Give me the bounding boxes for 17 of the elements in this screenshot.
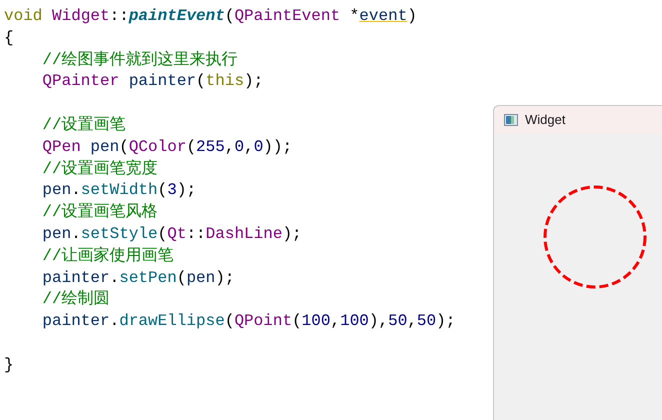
- code-line: painter.setPen(pen);: [42, 268, 234, 289]
- code-line: void Widget::paintEvent(QPaintEvent *event): [4, 6, 417, 27]
- code-line: pen.setStyle(Qt::DashLine);: [42, 224, 302, 245]
- code-line: QPen pen(QColor(255,0,0));: [42, 136, 292, 158]
- code-line: //设置画笔: [42, 114, 126, 136]
- window-title: Widget: [525, 111, 566, 130]
- code-line: //绘图事件就到这里来执行: [42, 50, 238, 71]
- code-line: painter.drawEllipse(QPoint(100,100),50,50);: [42, 311, 456, 332]
- code-line: {: [4, 28, 14, 49]
- code-line: }: [4, 354, 14, 376]
- code-line: //让画家使用画笔: [42, 246, 174, 267]
- code-line: pen.setWidth(3);: [42, 180, 196, 202]
- window-icon: [504, 114, 518, 126]
- code-line: //设置画笔宽度: [42, 158, 158, 180]
- code-line: //绘制圆: [42, 289, 110, 310]
- code-line: //设置画笔风格: [42, 202, 158, 224]
- code-line: QPainter painter(this);: [42, 71, 264, 92]
